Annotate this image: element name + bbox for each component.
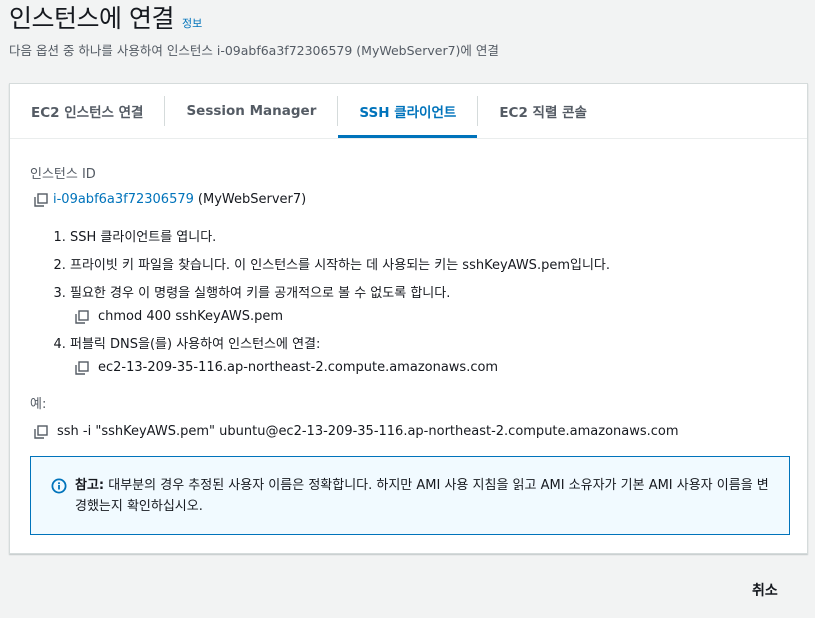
- instance-id-row: i-09abf6a3f72306579 (MyWebServer7): [34, 191, 787, 209]
- step-item: SSH 클라이언트를 엽니다.: [70, 229, 787, 247]
- example-label: 예:: [30, 397, 47, 412]
- copy-icon[interactable]: [34, 425, 48, 439]
- tab-ec2-serial-console[interactable]: EC2 직렬 콘솔: [478, 84, 608, 138]
- page-subtitle: 다음 옵션 중 하나를 사용하여 인스턴스 i-09abf6a3f7230657…: [9, 43, 499, 58]
- notice-text: 참고: 대부분의 경우 추정된 사용자 이름은 정확합니다. 하지만 AMI 사…: [75, 475, 769, 534]
- example-command: ssh -i "sshKeyAWS.pem" ubuntu@ec2-13-209…: [57, 424, 679, 439]
- instance-name: (MyWebServer7): [197, 192, 307, 207]
- step-item: 필요한 경우 이 명령을 실행하여 키를 공개적으로 볼 수 없도록 합니다. …: [70, 285, 787, 326]
- step-text: SSH 클라이언트를 엽니다.: [70, 230, 217, 245]
- ssh-client-content: 인스턴스 ID i-09abf6a3f72306579 (MyWebServer…: [10, 139, 807, 441]
- step-item: 프라이빗 키 파일을 찾습니다. 이 인스턴스를 시작하는 데 사용되는 키는 …: [70, 257, 787, 275]
- copy-icon[interactable]: [75, 310, 89, 324]
- copy-icon[interactable]: [34, 193, 48, 207]
- page-title: 인스턴스에 연결: [9, 4, 174, 33]
- public-dns-row: ec2-13-209-35-116.ap-northeast-2.compute…: [75, 359, 787, 377]
- steps-list: SSH 클라이언트를 엽니다. 프라이빗 키 파일을 찾습니다. 이 인스턴스를…: [30, 229, 787, 377]
- instance-id-label: 인스턴스 ID: [30, 167, 96, 182]
- cancel-button[interactable]: 취소: [752, 580, 778, 600]
- page-header: 인스턴스에 연결 정보 다음 옵션 중 하나를 사용하여 인스턴스 i-09ab…: [9, 0, 809, 60]
- step-text: 필요한 경우 이 명령을 실행하여 키를 공개적으로 볼 수 없도록 합니다.: [70, 286, 451, 301]
- info-icon: [51, 478, 67, 494]
- title-row: 인스턴스에 연결 정보: [9, 2, 809, 38]
- chmod-command-row: chmod 400 sshKeyAWS.pem: [75, 308, 787, 326]
- connect-panel: EC2 인스턴스 연결 Session Manager SSH 클라이언트 EC…: [9, 83, 808, 554]
- tab-bar: EC2 인스턴스 연결 Session Manager SSH 클라이언트 EC…: [10, 84, 807, 139]
- step-text: 퍼블릭 DNS을(를) 사용하여 인스턴스에 연결:: [70, 337, 321, 352]
- notice-body: 대부분의 경우 추정된 사용자 이름은 정확합니다. 하지만 AMI 사용 지침…: [75, 478, 769, 514]
- step-text: 프라이빗 키 파일을 찾습니다. 이 인스턴스를 시작하는 데 사용되는 키는 …: [70, 258, 610, 273]
- info-notice: 참고: 대부분의 경우 추정된 사용자 이름은 정확합니다. 하지만 AMI 사…: [30, 456, 790, 535]
- step-item: 퍼블릭 DNS을(를) 사용하여 인스턴스에 연결: ec2-13-209-35…: [70, 336, 787, 377]
- example-command-row: ssh -i "sshKeyAWS.pem" ubuntu@ec2-13-209…: [34, 423, 787, 441]
- info-link[interactable]: 정보: [182, 15, 202, 31]
- chmod-command: chmod 400 sshKeyAWS.pem: [98, 309, 284, 324]
- public-dns-value: ec2-13-209-35-116.ap-northeast-2.compute…: [98, 360, 499, 375]
- notice-prefix: 참고:: [75, 478, 105, 493]
- instance-id-link[interactable]: i-09abf6a3f72306579: [53, 191, 194, 209]
- copy-icon[interactable]: [75, 361, 89, 375]
- tab-session-manager[interactable]: Session Manager: [165, 84, 337, 138]
- tab-ssh-client[interactable]: SSH 클라이언트: [338, 84, 478, 138]
- tab-ec2-instance-connect[interactable]: EC2 인스턴스 연결: [10, 84, 164, 138]
